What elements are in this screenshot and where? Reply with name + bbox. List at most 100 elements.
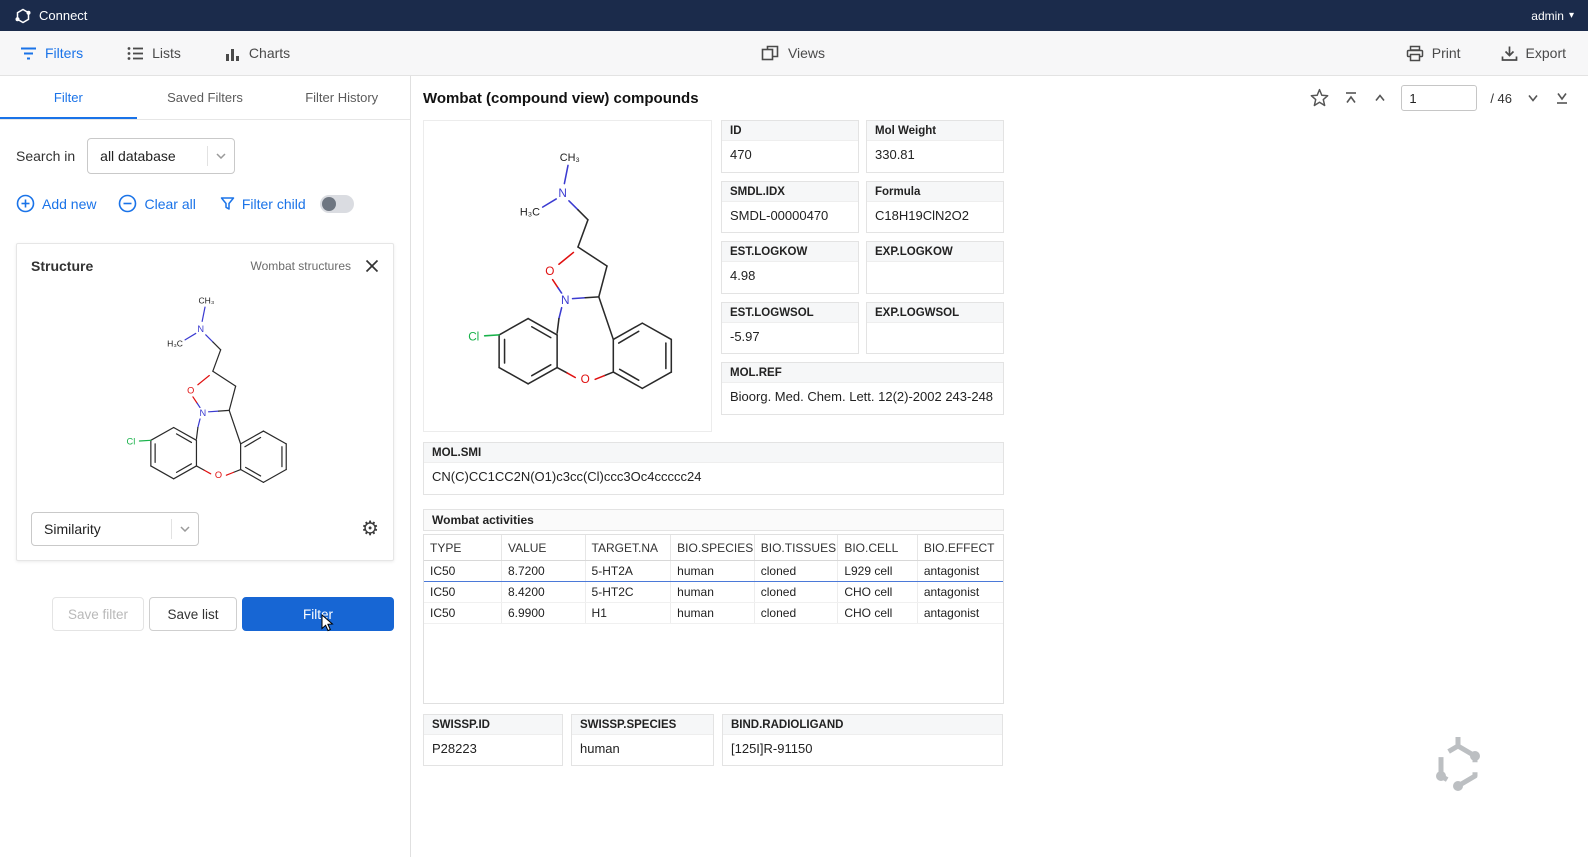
activity-row[interactable]: IC50 8.4200 5-HT2C human cloned CHO cell… [424,581,1003,602]
compound-structure-drawing [432,131,704,421]
print-icon [1406,45,1424,62]
toggle-knob [322,197,336,211]
export-download-icon [1501,45,1518,62]
export-button[interactable]: Export [1501,45,1566,62]
chevron-down-icon [216,153,226,159]
search-in-label: Search in [16,148,75,164]
activities-table: TYPE VALUE TARGET.NA BIO.SPECIES BIO.TIS… [423,534,1004,704]
column-header[interactable]: BIO.CELL [838,535,918,561]
activities-title: Wombat activities [423,509,1004,531]
field-smdl-idx: SMDL.IDX SMDL-00000470 [721,181,859,234]
filters-label: Filters [45,45,83,61]
charts-nav-button[interactable]: Charts [225,45,290,61]
filter-child-label: Filter child [242,196,306,212]
field-est-logwsol: EST.LOGWSOL -5.97 [721,302,859,355]
tab-saved-filters[interactable]: Saved Filters [137,76,274,119]
chevron-down-icon [180,526,190,532]
column-header[interactable]: BIO.EFFECT [917,535,1003,561]
page-total: / 46 [1490,91,1512,106]
bookmark-star-button[interactable] [1309,88,1330,108]
field-mol-ref: MOL.REF Bioorg. Med. Chem. Lett. 12(2)-2… [721,362,1004,415]
similarity-select[interactable]: Similarity [31,512,199,546]
column-header[interactable]: BIO.TISSUES [754,535,838,561]
next-record-button[interactable] [1525,90,1541,106]
filter-sidebar: Filter Saved Filters Filter History Sear… [0,76,411,857]
lists-label: Lists [152,45,181,61]
field-exp-logkow: EXP.LOGKOW [866,241,1004,294]
field-swissp-species: SWISSP.SPECIES human [571,714,714,767]
goto-last-button[interactable] [1554,90,1570,106]
field-est-logkow: EST.LOGKOW 4.98 [721,241,859,294]
save-list-button[interactable]: Save list [149,597,237,631]
compound-structure-box [423,120,712,432]
field-mol-weight: Mol Weight 330.81 [866,120,1004,173]
database-select[interactable]: all database [87,138,235,174]
similarity-select-value: Similarity [44,521,101,537]
app-logo-icon [14,7,32,25]
lists-nav-button[interactable]: Lists [127,45,181,61]
field-mol-smi: MOL.SMI CN(C)CC1CC2N(O1)c3cc(Cl)ccc3Oc4c… [423,442,1004,495]
circle-minus-icon [118,194,137,213]
structure-card-source: Wombat structures [251,259,351,273]
print-button[interactable]: Print [1406,45,1461,62]
tab-filter-history[interactable]: Filter History [273,76,410,119]
structure-card-title: Structure [31,258,93,274]
user-menu[interactable]: admin ▾ [1531,9,1574,23]
results-title: Wombat (compound view) compounds [423,90,699,107]
filter-button[interactable]: Filter [242,597,394,631]
field-bind-radioligand: BIND.RADIOLIGAND [125I]R-91150 [722,714,1003,767]
bar-chart-icon [225,46,241,61]
clear-all-button[interactable]: Clear all [118,194,195,213]
compound-view: ID 470 Mol Weight 330.81 SMDL.IDX SMDL-0… [423,120,1004,766]
views-label: Views [788,45,825,61]
star-icon [1312,90,1328,106]
chemaxon-watermark-logo [1427,736,1489,801]
arrow-to-bottom-icon [1554,90,1570,106]
page-input[interactable] [1401,85,1477,111]
column-header[interactable]: VALUE [501,535,585,561]
field-exp-logwsol: EXP.LOGWSOL [866,302,1004,355]
charts-label: Charts [249,45,290,61]
activity-row[interactable]: IC50 6.9900 H1 human cloned CHO cell ant… [424,602,1003,623]
close-icon[interactable] [365,259,379,273]
results-pane: Wombat (compound view) compounds [411,76,1588,857]
app-brand: Connect [14,7,87,25]
caret-down-icon: ▾ [1569,10,1574,21]
arrow-to-top-icon [1343,90,1359,106]
filter-child-toggle[interactable] [320,195,354,213]
funnel-icon [220,196,235,211]
filter-child-button[interactable]: Filter child [220,196,306,212]
add-new-button[interactable]: Add new [16,194,96,213]
save-filter-button[interactable]: Save filter [52,597,144,631]
circle-plus-icon [16,194,35,213]
main-toolbar: Filters Lists Charts Views [0,31,1588,76]
print-label: Print [1432,45,1461,61]
activities-header-row: TYPE VALUE TARGET.NA BIO.SPECIES BIO.TIS… [424,535,1003,561]
activity-row[interactable]: IC50 8.7200 5-HT2A human cloned L929 cel… [424,560,1003,581]
field-formula: Formula C18H19ClN2O2 [866,181,1004,234]
column-header[interactable]: TARGET.NA [585,535,671,561]
chevron-up-icon [1372,90,1388,106]
add-new-label: Add new [42,196,96,212]
sidebar-tabs: Filter Saved Filters Filter History [0,76,410,120]
database-select-value: all database [100,148,176,164]
mouse-cursor [321,614,334,633]
column-header[interactable]: TYPE [424,535,501,561]
structure-filter-card: Structure Wombat structures Similarity [16,243,394,561]
list-icon [127,46,144,61]
goto-first-button[interactable] [1343,90,1359,106]
gear-icon[interactable]: ⚙ [361,519,379,539]
views-icon [761,44,780,62]
field-swissp-id: SWISSP.ID P28223 [423,714,563,767]
top-bar: Connect admin ▾ [0,0,1588,31]
column-header[interactable]: BIO.SPECIES [671,535,755,561]
app-name: Connect [39,8,87,23]
tab-filter[interactable]: Filter [0,76,137,119]
clear-all-label: Clear all [144,196,195,212]
export-label: Export [1526,45,1566,61]
prev-record-button[interactable] [1372,90,1388,106]
field-id: ID 470 [721,120,859,173]
filters-nav-button[interactable]: Filters [20,45,83,61]
views-button[interactable]: Views [761,44,825,62]
structure-query-drawing[interactable] [98,280,312,508]
